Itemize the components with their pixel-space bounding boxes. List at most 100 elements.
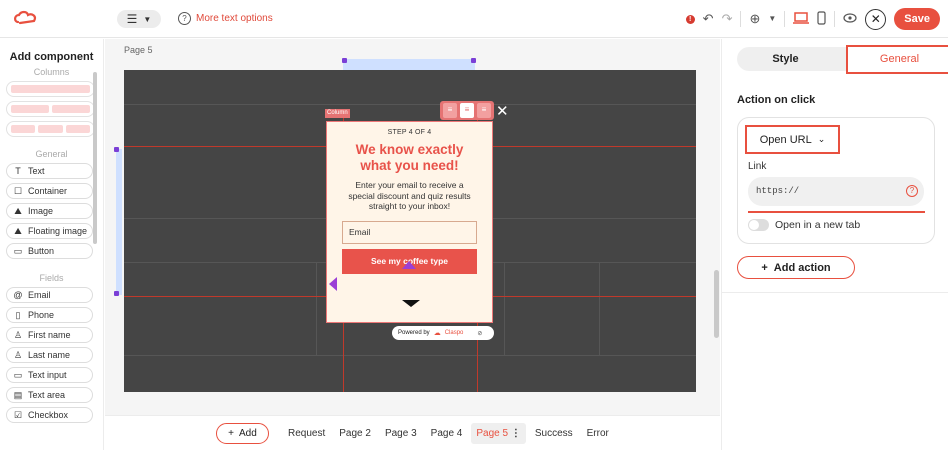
text-icon: T xyxy=(15,166,21,176)
editor-canvas: Page 5 ≡ ≡ ≡ ✕ Column STEP 4 OF 4 We kno… xyxy=(105,39,720,415)
resize-handle[interactable] xyxy=(114,147,119,152)
resize-handle[interactable] xyxy=(114,291,119,296)
new-tab-label: Open in a new tab xyxy=(775,219,861,231)
action-type-dropdown[interactable]: Open URL ⌄ xyxy=(745,125,840,154)
field-text-area[interactable]: ▤ Text area xyxy=(6,387,93,403)
action-on-click-title: Action on click xyxy=(737,94,816,106)
scrollbar[interactable] xyxy=(93,72,97,244)
selection-left-bar[interactable] xyxy=(116,149,122,295)
divider xyxy=(722,292,948,293)
tab-page-2[interactable]: Page 2 xyxy=(334,423,376,444)
tab-style[interactable]: Style xyxy=(737,47,834,71)
component-container[interactable]: ☐ Container xyxy=(6,183,93,199)
action-card: Open URL ⌄ Link https:// ? Open in a new… xyxy=(737,117,935,244)
popup-card[interactable]: STEP 4 OF 4 We know exactly what you nee… xyxy=(326,121,493,323)
popup-body-text[interactable]: Enter your email to receive a special di… xyxy=(337,180,482,212)
move-left-handle-icon[interactable] xyxy=(329,277,337,291)
grid-line xyxy=(316,262,317,355)
close-icon[interactable]: ✕ xyxy=(865,8,887,30)
fields-heading: Fields xyxy=(39,273,64,283)
hide-eye-icon[interactable]: ⊘ xyxy=(477,330,482,337)
top-right-actions: ! ↶ ↷ ⊕ ▼ ✕ Save xyxy=(685,8,940,30)
page-tabs-bar: + Add Request Page 2 Page 3 Page 4 Page … xyxy=(105,415,720,450)
field-checkbox[interactable]: ☑ Checkbox xyxy=(6,407,93,423)
undo-icon[interactable]: ↶ xyxy=(703,12,714,26)
help-icon[interactable]: ? xyxy=(906,185,918,197)
plus-icon: + xyxy=(228,428,235,439)
tab-page-4[interactable]: Page 4 xyxy=(426,423,468,444)
divider xyxy=(784,11,786,27)
component-floating-image[interactable]: ⛰ Floating image xyxy=(6,223,93,239)
popup-close-icon[interactable]: ✕ xyxy=(496,102,509,120)
desktop-icon[interactable] xyxy=(793,11,810,27)
logo-icon[interactable] xyxy=(14,10,38,29)
redo-icon[interactable]: ↷ xyxy=(722,12,733,26)
tab-error[interactable]: Error xyxy=(582,423,614,444)
tab-request[interactable]: Request xyxy=(283,423,330,444)
divider xyxy=(834,11,836,27)
warning-icon[interactable]: ! xyxy=(685,14,695,24)
text-align-button[interactable]: ☰ ▼ xyxy=(117,10,161,28)
tab-success[interactable]: Success xyxy=(530,423,578,444)
two-column-layout[interactable] xyxy=(6,101,95,117)
field-last-name[interactable]: ♙ Last name xyxy=(6,347,93,363)
preview-eye-icon[interactable] xyxy=(843,12,857,26)
person-icon: ♙ xyxy=(13,329,23,340)
align-right-icon[interactable]: ≡ xyxy=(477,103,491,118)
canvas-scrollbar[interactable] xyxy=(714,270,719,338)
three-column-layout[interactable] xyxy=(6,121,95,137)
more-text-options-link[interactable]: ? More text options xyxy=(178,12,273,25)
popup-headline[interactable]: We know exactly what you need! xyxy=(327,142,492,174)
component-text[interactable]: T Text xyxy=(6,163,93,179)
more-vertical-icon[interactable]: ⋮ xyxy=(511,428,521,439)
component-image[interactable]: ⛰ Image xyxy=(6,203,93,219)
validation-underline xyxy=(748,211,925,213)
powered-by-badge[interactable]: Powered by ☁ Claspo ⊘ xyxy=(392,326,494,340)
chevron-down-icon: ▼ xyxy=(143,14,152,24)
general-heading: General xyxy=(35,149,68,159)
claspo-logo-icon: ☁ xyxy=(433,330,441,337)
link-placeholder: https:// xyxy=(756,186,800,196)
resize-handle[interactable] xyxy=(342,58,347,63)
save-button[interactable]: Save xyxy=(894,8,940,30)
page-tabs: Request Page 2 Page 3 Page 4 Page 5 ⋮ Su… xyxy=(283,423,614,444)
top-bar: ☰ ▼ ? More text options ! ↶ ↷ ⊕ ▼ ✕ Save xyxy=(0,0,948,38)
checkbox-icon: ☑ xyxy=(13,409,23,420)
new-tab-toggle[interactable] xyxy=(748,219,769,231)
align-left-icon[interactable]: ≡ xyxy=(443,103,457,118)
chevron-down-icon[interactable]: ▼ xyxy=(768,12,776,26)
settings-panel: Style General Action on click Open URL ⌄… xyxy=(721,39,948,450)
panel-title: Add component xyxy=(9,51,94,63)
align-center-icon[interactable]: ≡ xyxy=(460,103,474,118)
field-email[interactable]: @ Email xyxy=(6,287,93,303)
field-text-input[interactable]: ▭ Text input xyxy=(6,367,93,383)
field-first-name[interactable]: ♙ First name xyxy=(6,327,93,343)
tab-general[interactable]: General xyxy=(846,45,948,74)
grid-line xyxy=(599,262,600,355)
add-action-button[interactable]: + Add action xyxy=(737,256,855,279)
floating-image-icon: ⛰ xyxy=(14,225,22,236)
field-phone[interactable]: ▯ Phone xyxy=(6,307,93,323)
link-input[interactable]: https:// ? xyxy=(748,177,924,206)
help-icon: ? xyxy=(178,12,191,25)
mobile-icon[interactable] xyxy=(817,10,826,28)
columns-heading: Columns xyxy=(33,67,70,77)
globe-icon[interactable]: ⊕ xyxy=(749,12,760,26)
body-line: Enter your email to receive a xyxy=(355,180,464,190)
plus-icon: + xyxy=(761,261,768,274)
align-center-icon: ☰ xyxy=(126,12,138,26)
add-label: Add xyxy=(239,428,257,439)
tab-page-5[interactable]: Page 5 ⋮ xyxy=(471,423,526,444)
move-up-handle-icon[interactable] xyxy=(402,261,416,269)
link-label: Link xyxy=(748,161,767,172)
image-icon: ⛰ xyxy=(14,205,22,216)
email-field[interactable]: Email xyxy=(342,220,477,244)
body-line: special discount and quiz results xyxy=(348,190,471,201)
tab-page-3[interactable]: Page 3 xyxy=(380,423,422,444)
add-page-button[interactable]: + Add xyxy=(216,423,269,444)
one-column-layout[interactable] xyxy=(6,81,95,97)
move-down-handle-icon[interactable] xyxy=(402,300,420,307)
resize-handle[interactable] xyxy=(471,58,476,63)
add-action-label: Add action xyxy=(773,261,831,274)
component-button[interactable]: ▭ Button xyxy=(6,243,93,259)
